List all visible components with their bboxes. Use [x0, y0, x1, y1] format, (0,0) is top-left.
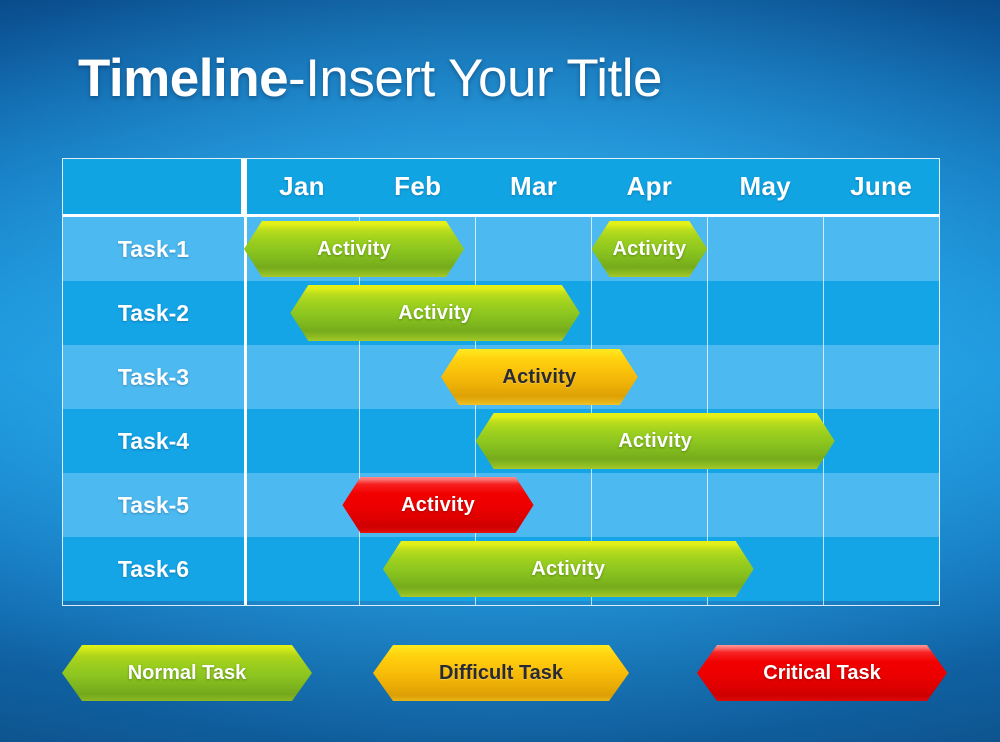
task-column-separator [244, 159, 247, 605]
activity-bar[interactable]: Activity [244, 221, 464, 277]
task-label-5: Task-5 [117, 491, 190, 518]
activity-bar-label: Activity [398, 301, 473, 324]
month-header-may: May [739, 171, 791, 201]
legend-item-critical-task[interactable]: Critical Task [697, 645, 947, 701]
activity-bar-label: Activity [531, 557, 606, 580]
activity-bar[interactable]: Activity [383, 541, 754, 597]
activity-bar[interactable]: Activity [290, 285, 580, 341]
month-header-june: June [850, 171, 912, 201]
timeline-table: Jan Feb Mar Apr May June Task-1 Task-2 T… [62, 158, 940, 606]
month-header-jan: Jan [279, 171, 325, 201]
header-corner-cell [63, 159, 244, 214]
activity-bar-label: Activity [401, 493, 475, 516]
legend-label-difficult-task: Difficult Task [438, 661, 564, 684]
page-title-light: -Insert Your Title [288, 49, 663, 108]
slide-canvas: Timeline-Insert Your Title Jan Feb Mar A… [0, 0, 1000, 742]
task-label-4: Task-4 [117, 427, 190, 454]
legend-label-critical-task: Critical Task [763, 661, 881, 684]
activity-bar[interactable]: Activity [342, 477, 533, 533]
legend-item-normal-task[interactable]: Normal Task [62, 645, 312, 701]
activity-bar[interactable]: Activity [592, 221, 708, 277]
month-header-feb: Feb [394, 171, 442, 201]
timeline-header-row: Jan Feb Mar Apr May June [63, 159, 939, 217]
month-header-cells: Jan Feb Mar Apr May June [244, 159, 939, 214]
task-label-3: Task-3 [117, 363, 190, 390]
activity-bar-label: Activity [502, 365, 577, 388]
task-label-6: Task-6 [117, 555, 190, 582]
page-title: Timeline-Insert Your Title [78, 48, 663, 110]
task-label-2: Task-2 [117, 299, 190, 326]
activity-bar-label: Activity [618, 429, 693, 452]
legend-item-difficult-task[interactable]: Difficult Task [373, 645, 629, 701]
activity-bar[interactable]: Activity [476, 413, 835, 469]
month-header-apr: Apr [626, 171, 673, 201]
activity-bar-label: Activity [317, 237, 391, 260]
activity-bar[interactable]: Activity [441, 349, 638, 405]
activity-bar-label: Activity [612, 237, 687, 260]
page-title-bold: Timeline [78, 49, 289, 108]
legend: Normal Task Difficult Task Critical Task [62, 645, 947, 707]
month-header-mar: Mar [510, 171, 558, 201]
task-label-1: Task-1 [117, 235, 190, 262]
legend-label-normal-task: Normal Task [127, 661, 247, 684]
table-row: Task-1 [63, 217, 939, 281]
